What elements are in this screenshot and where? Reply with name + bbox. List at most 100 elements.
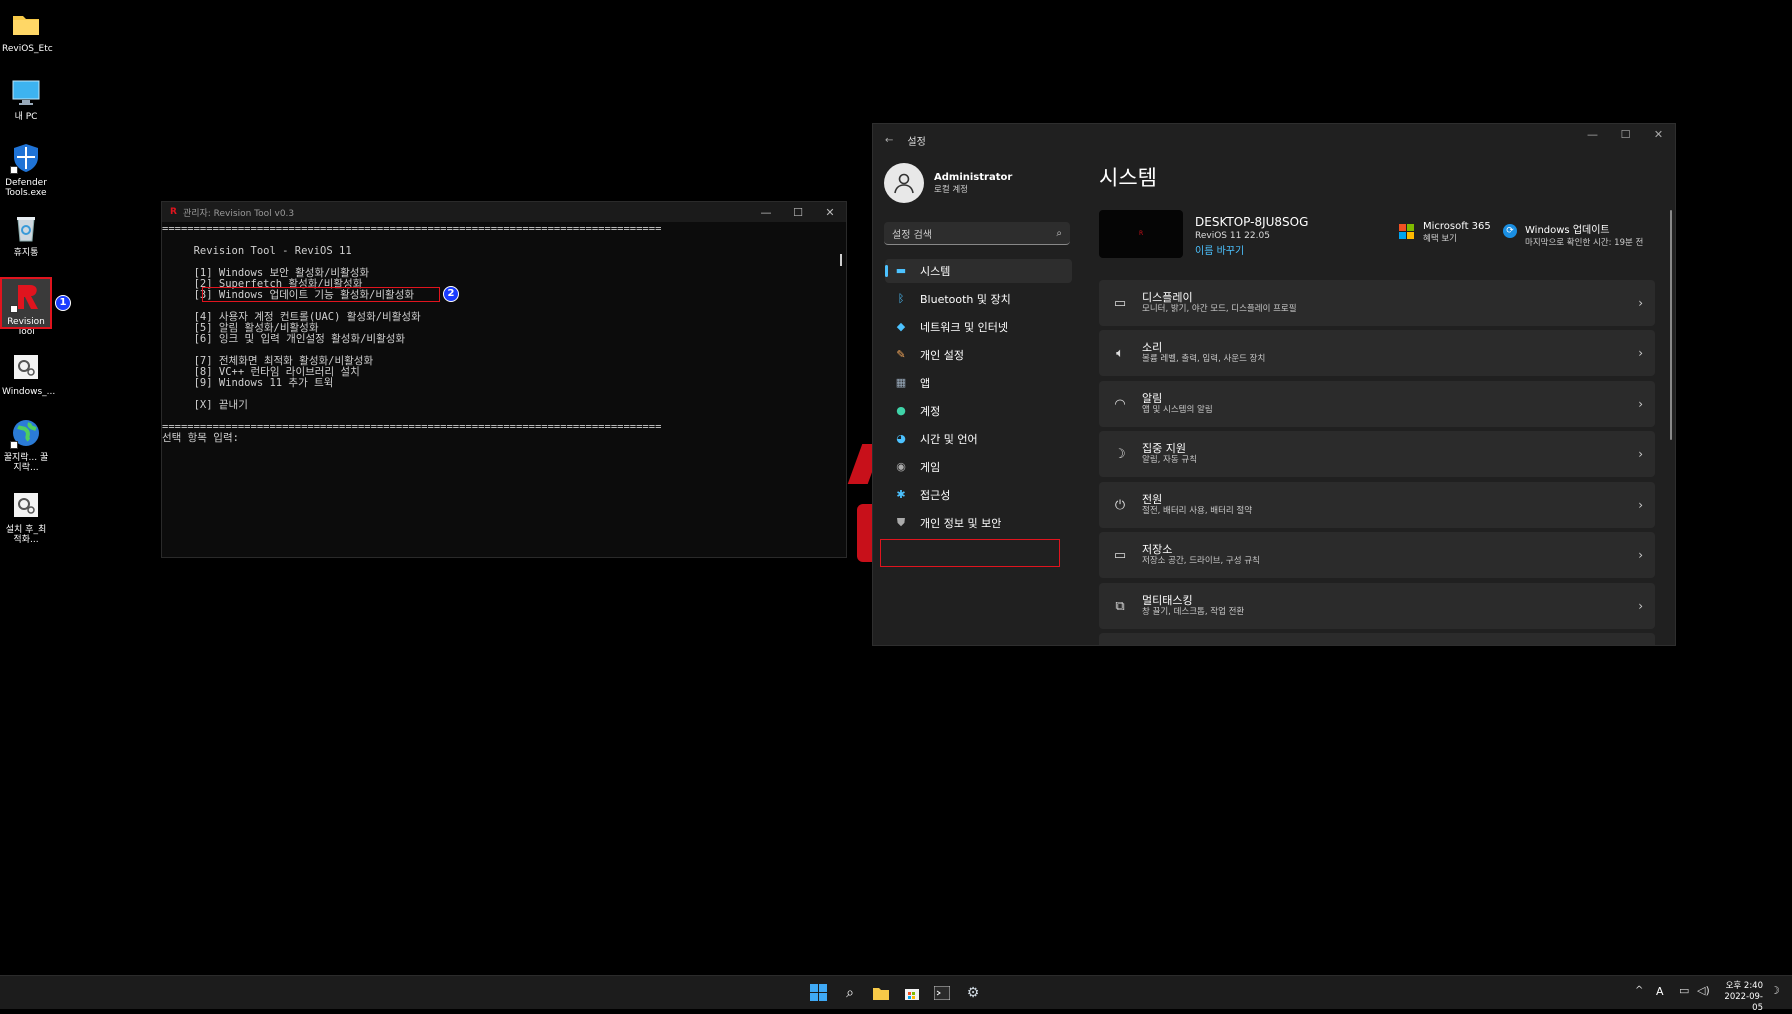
monitor-icon: ▬ xyxy=(895,264,907,277)
chevron-right-icon: › xyxy=(1638,548,1643,562)
person-icon: ● xyxy=(896,404,906,417)
row-title: 집중 지원 xyxy=(1142,441,1186,455)
ms365-sub: 혜택 보기 xyxy=(1423,234,1457,244)
desktop-icon-label: Windows_... xyxy=(2,387,56,397)
terminal-output[interactable]: ========================================… xyxy=(162,222,846,444)
desktop-icon-revios-etc[interactable]: ReviOS_Etc xyxy=(2,8,53,54)
store-icon[interactable] xyxy=(902,983,922,1003)
row-title: 전원 xyxy=(1142,492,1163,506)
row-subtitle: 앱 및 시스템의 알림 xyxy=(1142,404,1213,415)
volume-icon[interactable]: ◁) xyxy=(1697,984,1710,997)
terminal-line: [X] 끝내기 xyxy=(162,399,248,411)
search-icon[interactable]: ⌕ xyxy=(1056,228,1062,239)
device-name: DESKTOP-8JU8SOG xyxy=(1195,215,1309,229)
nav-item-network[interactable]: ◆ 네트워크 및 인터넷 xyxy=(885,315,1072,339)
avatar xyxy=(884,163,924,203)
user-account-type: 로컬 계정 xyxy=(934,184,968,195)
desktop-icon-label: 꿀지락... 꿀지락... xyxy=(3,453,49,473)
desktop-icon-recycle-bin[interactable]: 휴지통 xyxy=(2,212,50,258)
settings-row-notifications[interactable]: ◠ 알림 앱 및 시스템의 알림 › xyxy=(1099,381,1655,427)
desktop-icon-label: Revision Tool xyxy=(7,317,45,337)
globe-clock-icon: ◕ xyxy=(896,432,906,445)
back-arrow-icon[interactable]: ← xyxy=(885,135,893,146)
search-icon[interactable]: ⌕ xyxy=(840,983,860,1003)
windows-update-title: Windows 업데이트 xyxy=(1525,225,1610,236)
start-icon[interactable] xyxy=(809,983,829,1003)
nav-item-accounts[interactable]: ● 계정 xyxy=(885,399,1072,423)
settings-window[interactable]: ← 설정 — ☐ ✕ Administrator 로컬 계정 설정 검색 ⌕ ▬… xyxy=(872,123,1676,646)
highlight-box-windows-update-nav xyxy=(880,539,1060,567)
wifi-icon: ◆ xyxy=(896,320,906,333)
desktop-icon-post-install[interactable]: 설치 후_최적화... xyxy=(2,489,50,545)
search-input[interactable]: 설정 검색 xyxy=(892,226,932,241)
minimize-icon[interactable]: — xyxy=(750,206,782,219)
nav-item-accessibility[interactable]: ✱ 접근성 xyxy=(885,483,1072,507)
multitask-icon: ⧉ xyxy=(1115,598,1125,614)
maximize-icon[interactable]: ☐ xyxy=(782,206,814,219)
minimize-icon[interactable]: — xyxy=(1576,124,1609,146)
nav-label: Bluetooth 및 장치 xyxy=(920,293,1011,306)
windows-update-card[interactable]: ⟳ Windows 업데이트 마지막으로 확인한 시간: 19분 전 xyxy=(1503,221,1643,248)
desktop-icon-label: ReviOS_Etc xyxy=(2,44,53,54)
settings-scrollbar[interactable] xyxy=(1670,210,1672,440)
settings-row-display[interactable]: ▭ 디스플레이 모니터, 밝기, 야간 모드, 디스플레이 프로필 › xyxy=(1099,280,1655,326)
desktop-icon-globe-link[interactable]: 꿀지락... 꿀지락... xyxy=(2,417,50,473)
terminal-titlebar[interactable]: R 관리자: Revision Tool v0.3 — ☐ ✕ xyxy=(162,202,846,222)
chevron-up-icon[interactable]: ^ xyxy=(1635,985,1643,996)
row-subtitle: 알림, 자동 규칙 xyxy=(1142,454,1198,465)
focus-moon-icon[interactable]: ☽ xyxy=(1770,984,1780,997)
terminal-window[interactable]: R 관리자: Revision Tool v0.3 — ☐ ✕ ========… xyxy=(161,201,847,558)
nav-item-bluetooth[interactable]: ᛒ Bluetooth 및 장치 xyxy=(885,287,1072,311)
close-icon[interactable]: ✕ xyxy=(814,206,846,219)
nav-label: 계정 xyxy=(920,405,941,418)
settings-row-storage[interactable]: ▭ 저장소 저장소 공간, 드라이브, 구성 규칙 › xyxy=(1099,532,1655,578)
row-subtitle: 절전, 배터리 사용, 배터리 절약 xyxy=(1142,505,1253,516)
network-icon[interactable]: ▭ xyxy=(1679,984,1689,997)
gear-file-icon xyxy=(10,351,42,383)
settings-titlebar[interactable]: ← 설정 xyxy=(873,124,1675,156)
terminal-line: ========================================… xyxy=(162,421,662,433)
desktop-icon-label: 내 PC xyxy=(14,112,38,122)
settings-row-power[interactable]: ⏻ 전원 절전, 배터리 사용, 배터리 절약 › xyxy=(1099,482,1655,528)
desktop-icon-defender-tools[interactable]: Defender Tools.exe xyxy=(2,142,50,198)
nav-label: 접근성 xyxy=(920,489,951,502)
nav-item-personalization[interactable]: ✎ 개인 설정 xyxy=(885,343,1072,367)
moon-icon: ☽ xyxy=(1114,446,1126,462)
close-icon[interactable]: ✕ xyxy=(1642,124,1675,146)
nav-item-time-language[interactable]: ◕ 시간 및 언어 xyxy=(885,427,1072,451)
shield-icon xyxy=(10,142,42,174)
settings-row-partial[interactable] xyxy=(1099,633,1655,645)
nav-item-gaming[interactable]: ◉ 게임 xyxy=(885,455,1072,479)
device-os: ReviOS 11 22.05 xyxy=(1195,231,1270,241)
nav-item-system[interactable]: ▬ 시스템 xyxy=(885,259,1072,283)
update-sync-icon: ⟳ xyxy=(1503,224,1517,238)
rename-link[interactable]: 이름 바꾸기 xyxy=(1195,242,1308,257)
terminal-icon[interactable] xyxy=(932,983,952,1003)
desktop-icon-my-pc[interactable]: 내 PC xyxy=(2,76,50,122)
file-explorer-icon[interactable] xyxy=(871,983,891,1003)
nav-label: 게임 xyxy=(920,461,941,474)
desktop-icon-revision-tool[interactable]: Revision Tool xyxy=(0,277,52,337)
highlight-box-option-3 xyxy=(202,287,440,302)
ms365-card[interactable]: Microsoft 365 혜택 보기 xyxy=(1399,221,1491,244)
nav-label: 시스템 xyxy=(920,265,951,278)
user-card[interactable]: Administrator 로컬 계정 xyxy=(884,163,1012,203)
nav-item-privacy-security[interactable]: ⛊ 개인 정보 및 보안 xyxy=(885,511,1072,535)
nav-item-apps[interactable]: ▦ 앱 xyxy=(885,371,1072,395)
terminal-line: Revision Tool - ReviOS 11 xyxy=(162,245,352,257)
desktop-icon-windows-file[interactable]: Windows_... xyxy=(2,351,56,397)
terminal-scrollbar[interactable] xyxy=(840,254,842,266)
ime-indicator[interactable]: A xyxy=(1656,985,1664,998)
settings-row-multitasking[interactable]: ⧉ 멀티태스킹 창 끌기, 데스크톱, 작업 전환 › xyxy=(1099,583,1655,629)
microsoft-logo-icon xyxy=(1399,224,1414,239)
settings-icon[interactable]: ⚙ xyxy=(963,983,983,1003)
settings-search-box[interactable]: 설정 검색 ⌕ xyxy=(884,222,1070,245)
nav-label: 개인 설정 xyxy=(920,349,964,362)
settings-row-sound[interactable]: 🔈︎ 소리 볼륨 레벨, 출력, 입력, 사운드 장치 › xyxy=(1099,330,1655,376)
folder-icon xyxy=(10,8,42,40)
clock[interactable]: 오후 2:40 2022-09-05 xyxy=(1715,981,1763,1014)
bell-icon: ◠ xyxy=(1114,396,1126,412)
settings-row-focus-assist[interactable]: ☽ 집중 지원 알림, 자동 규칙 › xyxy=(1099,431,1655,477)
maximize-icon[interactable]: ☐ xyxy=(1609,124,1642,146)
